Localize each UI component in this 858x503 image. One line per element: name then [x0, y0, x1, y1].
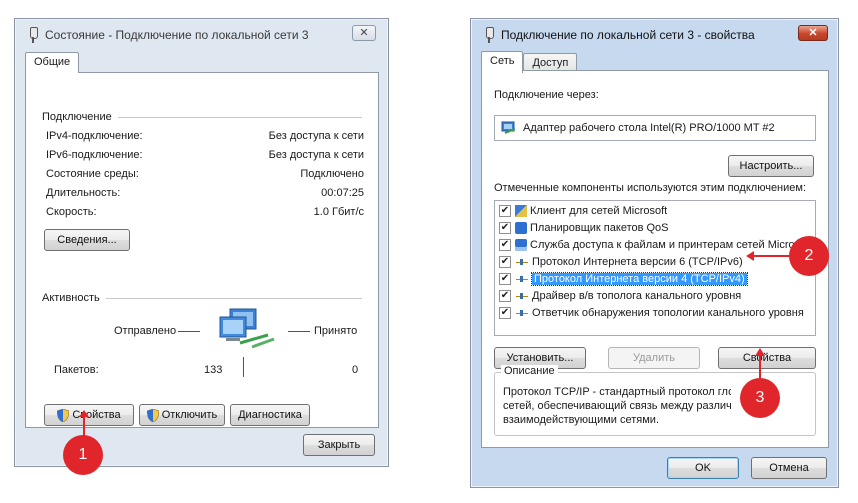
- duration-row: Длительность: 00:07:25: [46, 187, 364, 199]
- packets-label: Пакетов:: [54, 364, 99, 376]
- network-computers-icon: [216, 307, 278, 356]
- media-state-row: Состояние среды: Подключено: [46, 168, 364, 180]
- row-value: Подключено: [300, 168, 364, 180]
- received-label: Принято: [314, 325, 358, 337]
- checkbox[interactable]: ✔: [499, 273, 511, 285]
- close-button[interactable]: Закрыть: [303, 434, 375, 456]
- disable-label: Отключить: [161, 409, 218, 421]
- activity-group: Активность: [42, 292, 362, 304]
- share-icon: [515, 239, 527, 251]
- callout-2: 2: [789, 236, 829, 276]
- configure-button[interactable]: Настроить...: [728, 155, 814, 177]
- list-item[interactable]: ✔ Ответчик обнаружения топологии канальн…: [499, 305, 804, 321]
- row-value: 1.0 Гбит/с: [313, 206, 364, 218]
- callout-arrow-2: [746, 251, 790, 261]
- tab-strip: Общие: [25, 52, 80, 73]
- tab-general[interactable]: Общие: [25, 52, 80, 73]
- qos-icon: [515, 222, 527, 234]
- protocol-icon: [515, 256, 529, 268]
- list-item-label: Протокол Интернета версии 6 (TCP/IPv6): [532, 256, 743, 268]
- divider: [288, 331, 310, 332]
- activity-group-label: Активность: [42, 292, 100, 304]
- title-bar: Состояние - Подключение по локальной сет…: [15, 19, 388, 51]
- components-list[interactable]: ✔ Клиент для сетей Microsoft ✔ Планировщ…: [494, 200, 816, 336]
- row-label: Состояние среды:: [46, 168, 139, 180]
- connect-using-label: Подключение через:: [494, 89, 599, 101]
- description-line: Протокол TCP/IP - стандартный протокол г…: [503, 386, 731, 398]
- close-window-button[interactable]: ✕: [352, 25, 376, 41]
- ipv6-row: IPv6-подключение: Без доступа к сети: [46, 149, 364, 161]
- row-label: Длительность:: [46, 187, 121, 199]
- checkbox[interactable]: ✔: [499, 239, 511, 251]
- window-title: Состояние - Подключение по локальной сет…: [45, 28, 309, 42]
- divider: [243, 357, 244, 377]
- ipv4-row: IPv4-подключение: Без доступа к сети: [46, 130, 364, 142]
- list-item-label: Протокол Интернета версии 4 (TCP/IPv4): [531, 272, 748, 286]
- packets-received-value: 0: [352, 364, 359, 376]
- divider: [105, 297, 362, 299]
- cancel-button[interactable]: Отмена: [751, 457, 827, 479]
- network-adapter-icon: [27, 27, 39, 43]
- adapter-name: Адаптер рабочего стола Intel(R) PRO/1000…: [523, 122, 775, 134]
- sent-label: Отправлено: [114, 325, 177, 337]
- row-label: IPv6-подключение:: [46, 149, 143, 161]
- general-panel: Подключение IPv4-подключение: Без доступ…: [25, 72, 379, 428]
- window-title: Подключение по локальной сети 3 - свойст…: [501, 28, 755, 42]
- adapter-field: Адаптер рабочего стола Intel(R) PRO/1000…: [494, 115, 816, 141]
- ok-button[interactable]: OK: [667, 457, 739, 479]
- callout-3: 3: [740, 378, 780, 418]
- close-window-button[interactable]: ✕: [798, 25, 828, 41]
- row-value: Без доступа к сети: [268, 130, 364, 142]
- checkbox[interactable]: ✔: [499, 222, 511, 234]
- disable-button[interactable]: Отключить: [139, 404, 225, 426]
- row-value: 00:07:25: [321, 187, 364, 199]
- packets-sent-value: 133: [204, 364, 223, 376]
- list-item-label: Планировщик пакетов QoS: [530, 222, 669, 234]
- checkbox[interactable]: ✔: [499, 307, 511, 319]
- divider: [178, 331, 200, 332]
- list-item-label: Ответчик обнаружения топологии канальног…: [532, 307, 804, 319]
- list-item-label: Драйвер в/в тополога канального уровня: [532, 290, 742, 302]
- list-item[interactable]: ✔ Планировщик пакетов QoS: [499, 220, 669, 236]
- client-icon: [515, 205, 527, 217]
- row-label: IPv4-подключение:: [46, 130, 143, 142]
- description-line: взаимодействующими сетями.: [503, 414, 660, 426]
- checkbox[interactable]: ✔: [499, 290, 511, 302]
- row-value: Без доступа к сети: [268, 149, 364, 161]
- divider: [117, 116, 362, 118]
- callout-arrow-3: [755, 348, 765, 378]
- checkbox[interactable]: ✔: [499, 256, 511, 268]
- protocol-icon: [515, 307, 529, 319]
- network-adapter-icon: [483, 27, 495, 43]
- connection-group: Подключение: [42, 111, 362, 123]
- speed-row: Скорость: 1.0 Гбит/с: [46, 206, 364, 218]
- list-item-selected[interactable]: ✔ Протокол Интернета версии 4 (TCP/IPv4): [499, 271, 748, 287]
- description-text: Протокол TCP/IP - стандартный протокол г…: [503, 385, 731, 427]
- connection-group-label: Подключение: [42, 111, 112, 123]
- title-bar: Подключение по локальной сети 3 - свойст…: [471, 19, 838, 51]
- description-line: сетей, обеспечивающий связь между различ…: [503, 400, 731, 412]
- list-item[interactable]: ✔ Клиент для сетей Microsoft: [499, 203, 667, 219]
- shield-icon: [146, 408, 159, 422]
- description-label: Описание: [501, 365, 558, 377]
- callout-1: 1: [63, 435, 103, 475]
- protocol-icon: [515, 273, 529, 285]
- list-item-label: Клиент для сетей Microsoft: [530, 205, 668, 217]
- tab-network[interactable]: Сеть: [481, 51, 524, 73]
- details-button[interactable]: Сведения...: [44, 229, 130, 251]
- adapter-icon: [501, 121, 517, 135]
- components-label: Отмеченные компоненты используются этим …: [494, 182, 807, 194]
- checkbox[interactable]: ✔: [499, 205, 511, 217]
- callout-arrow-1: [79, 410, 89, 436]
- row-label: Скорость:: [46, 206, 97, 218]
- list-item[interactable]: ✔ Протокол Интернета версии 6 (TCP/IPv6): [499, 254, 743, 270]
- protocol-icon: [515, 290, 529, 302]
- status-window: Состояние - Подключение по локальной сет…: [14, 18, 389, 467]
- remove-button[interactable]: Удалить: [608, 347, 700, 369]
- list-item[interactable]: ✔ Драйвер в/в тополога канального уровня: [499, 288, 741, 304]
- shield-icon: [57, 408, 70, 422]
- diagnose-button[interactable]: Диагностика: [230, 404, 310, 426]
